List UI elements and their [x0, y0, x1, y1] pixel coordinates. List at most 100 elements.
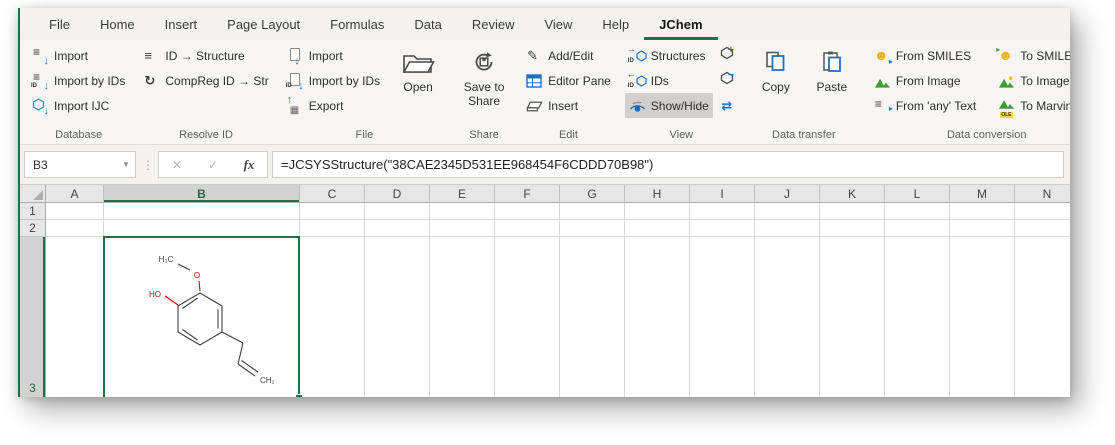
view-structures-button[interactable]: →ID Structures: [625, 43, 713, 68]
open-button[interactable]: Open: [390, 43, 446, 95]
column-header-m[interactable]: M: [950, 185, 1015, 203]
cell[interactable]: [625, 237, 690, 397]
column-header-k[interactable]: K: [820, 185, 885, 203]
cell[interactable]: [950, 220, 1015, 237]
cell[interactable]: [46, 220, 104, 237]
view-ids-button[interactable]: ←ID IDs: [625, 68, 713, 93]
column-header-a[interactable]: A: [46, 185, 104, 203]
tab-file[interactable]: File: [34, 8, 85, 40]
tab-view[interactable]: View: [529, 8, 587, 40]
db-import-by-ids-button[interactable]: ≡ID↓ Import by IDs: [28, 68, 129, 93]
tab-data[interactable]: Data: [399, 8, 456, 40]
compreg-id-to-str-button[interactable]: ↻ CompReg ID → Str: [139, 68, 272, 93]
row-header-1[interactable]: 1: [20, 203, 46, 220]
formula-input[interactable]: =JCSYSStructure("38CAE2345D531EE968454F6…: [272, 151, 1064, 178]
cell[interactable]: [690, 203, 755, 220]
edit-insert-button[interactable]: Insert: [522, 93, 615, 118]
cell[interactable]: [104, 220, 300, 237]
refresh-structures-button[interactable]: ⇄: [716, 93, 738, 118]
cell[interactable]: [1015, 237, 1070, 397]
column-header-n[interactable]: N: [1015, 185, 1070, 203]
copy-button[interactable]: Copy: [748, 43, 804, 95]
file-import-button[interactable]: ↓ Import: [283, 43, 384, 68]
name-box-dropdown-icon[interactable]: ▾: [117, 159, 135, 170]
cell[interactable]: [625, 220, 690, 237]
cell[interactable]: [46, 237, 104, 397]
cell[interactable]: [950, 237, 1015, 397]
tab-help[interactable]: Help: [587, 8, 644, 40]
tab-insert[interactable]: Insert: [150, 8, 213, 40]
tab-review[interactable]: Review: [457, 8, 530, 40]
cell[interactable]: [46, 203, 104, 220]
column-header-i[interactable]: I: [690, 185, 755, 203]
select-all-button[interactable]: [20, 185, 46, 203]
file-export-button[interactable]: ▦↑ Export: [283, 93, 384, 118]
cell[interactable]: [755, 237, 820, 397]
tab-jchem[interactable]: JChem: [644, 8, 717, 40]
cell[interactable]: [365, 220, 430, 237]
cell[interactable]: [885, 220, 950, 237]
add-edit-button[interactable]: ✎ Add/Edit: [522, 43, 615, 68]
cell[interactable]: [625, 203, 690, 220]
cell[interactable]: [950, 203, 1015, 220]
tab-formulas[interactable]: Formulas: [315, 8, 399, 40]
cell[interactable]: [495, 203, 560, 220]
cell[interactable]: [1015, 203, 1070, 220]
from-image-button[interactable]: From Image: [870, 68, 980, 93]
to-image-button[interactable]: To Image: [994, 68, 1070, 93]
save-to-share-button[interactable]: Save to Share: [456, 43, 512, 109]
editor-pane-button[interactable]: Editor Pane: [522, 68, 615, 93]
column-header-g[interactable]: G: [560, 185, 625, 203]
cell[interactable]: [1015, 220, 1070, 237]
column-header-b[interactable]: B: [104, 185, 300, 203]
cell[interactable]: [430, 237, 495, 397]
column-header-j[interactable]: J: [755, 185, 820, 203]
from-any-text-button[interactable]: ≡▸ From 'any' Text: [870, 93, 980, 118]
column-header-d[interactable]: D: [365, 185, 430, 203]
paste-button[interactable]: Paste: [804, 43, 860, 95]
cell[interactable]: [755, 203, 820, 220]
column-header-c[interactable]: C: [300, 185, 365, 203]
cell[interactable]: [495, 237, 560, 397]
cell[interactable]: [365, 237, 430, 397]
cell[interactable]: [560, 203, 625, 220]
cancel-button[interactable]: ✕: [159, 158, 195, 172]
cell[interactable]: [495, 220, 560, 237]
insert-function-button[interactable]: fx: [231, 157, 267, 173]
id-to-structure-button[interactable]: ≡ ID → Structure: [139, 43, 272, 68]
from-smiles-button[interactable]: ☻▸ From SMILES: [870, 43, 980, 68]
cell[interactable]: [365, 203, 430, 220]
fill-handle[interactable]: [295, 394, 303, 397]
column-header-l[interactable]: L: [885, 185, 950, 203]
cell[interactable]: [690, 237, 755, 397]
file-import-by-ids-button[interactable]: ID↓ Import by IDs: [283, 68, 384, 93]
cell[interactable]: [560, 220, 625, 237]
row-header-2[interactable]: 2: [20, 220, 46, 237]
tab-page-layout[interactable]: Page Layout: [212, 8, 315, 40]
cell[interactable]: [690, 220, 755, 237]
cell[interactable]: [104, 203, 300, 220]
cell[interactable]: [820, 220, 885, 237]
cell[interactable]: [820, 203, 885, 220]
cell[interactable]: [885, 203, 950, 220]
tab-home[interactable]: Home: [85, 8, 150, 40]
cell[interactable]: [430, 203, 495, 220]
enter-button[interactable]: ✓: [195, 158, 231, 172]
db-import-button[interactable]: ≡↓ Import: [28, 43, 129, 68]
to-smiles-button[interactable]: ☻▸ To SMILES: [994, 43, 1070, 68]
column-header-h[interactable]: H: [625, 185, 690, 203]
column-header-e[interactable]: E: [430, 185, 495, 203]
cell[interactable]: [300, 220, 365, 237]
remove-structure-button[interactable]: −: [716, 68, 738, 93]
cell[interactable]: [820, 237, 885, 397]
cell[interactable]: [430, 220, 495, 237]
cell[interactable]: [300, 237, 365, 397]
cell[interactable]: [560, 237, 625, 397]
name-box[interactable]: B3 ▾: [24, 151, 136, 178]
column-header-f[interactable]: F: [495, 185, 560, 203]
cell[interactable]: [300, 203, 365, 220]
cell[interactable]: [755, 220, 820, 237]
row-header-3[interactable]: 3: [20, 237, 46, 397]
show-hide-button[interactable]: Show/Hide: [625, 93, 713, 118]
db-import-ijc-button[interactable]: ↓ Import IJC: [28, 93, 129, 118]
